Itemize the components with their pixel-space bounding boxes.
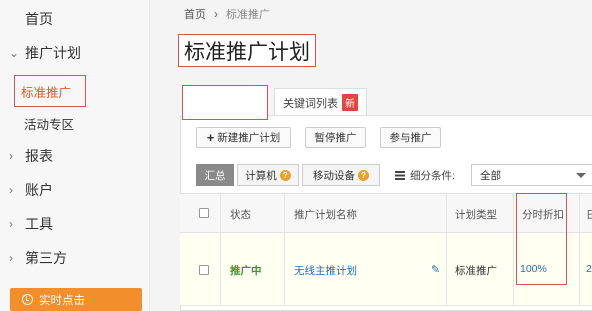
nav-account[interactable]: › 账户 bbox=[0, 173, 150, 207]
row-next: 2 bbox=[586, 263, 592, 275]
breadcrumb-home[interactable]: 首页 bbox=[184, 6, 206, 22]
nav-reports[interactable]: › 报表 bbox=[0, 139, 150, 173]
breadcrumb-current: 标准推广 bbox=[226, 9, 270, 21]
row-time-discount-link[interactable]: 100% bbox=[520, 263, 547, 275]
nav-standard-promo-label: 标准推广 bbox=[21, 85, 72, 100]
row-status: 推广中 bbox=[230, 265, 262, 277]
col-divider bbox=[579, 194, 580, 234]
filter-select[interactable]: 全部 bbox=[471, 164, 592, 186]
realtime-clicks-button[interactable]: 实时点击 bbox=[10, 288, 142, 311]
new-plan-label: 新建推广计划 bbox=[217, 132, 281, 144]
col-divider bbox=[284, 194, 285, 234]
breadcrumb: 首页 › 标准推广 bbox=[184, 6, 270, 22]
col-divider bbox=[446, 234, 447, 306]
list-icon bbox=[395, 171, 405, 180]
chevron-right-icon: › bbox=[9, 251, 13, 265]
nav-third-party-label: 第三方 bbox=[25, 250, 67, 266]
nav-home[interactable]: 首页 bbox=[0, 2, 150, 36]
col-divider bbox=[220, 194, 221, 234]
table-header: 状态 推广计划名称 计划类型 分时折扣 日 bbox=[180, 193, 592, 234]
segment-mobile[interactable]: 移动设备 ? bbox=[302, 164, 380, 186]
nav-promo-plan[interactable]: ⌄ 推广计划 bbox=[0, 36, 150, 70]
nav-account-label: 账户 bbox=[25, 182, 53, 198]
chevron-down-icon: ⌄ bbox=[9, 46, 20, 60]
segment-summary-label: 汇总 bbox=[204, 169, 226, 182]
th-next[interactable]: 日 bbox=[586, 207, 592, 222]
nav-promo-plan-label: 推广计划 bbox=[25, 45, 81, 61]
page-title: 标准推广计划 bbox=[178, 34, 316, 67]
row-plan-name-link[interactable]: 无线主推计划 bbox=[294, 263, 357, 278]
th-status[interactable]: 状态 bbox=[230, 207, 251, 222]
help-icon[interactable]: ? bbox=[358, 169, 369, 181]
th-plan-type[interactable]: 计划类型 bbox=[455, 207, 497, 222]
tab-keyword-list-label: 关键词列表 bbox=[283, 97, 338, 110]
pause-button[interactable]: 暂停推广 bbox=[305, 127, 366, 148]
filter-select-value: 全部 bbox=[480, 169, 501, 182]
col-divider bbox=[446, 194, 447, 234]
row-plan-type: 标准推广 bbox=[455, 265, 497, 277]
th-plan-name[interactable]: 推广计划名称 bbox=[294, 207, 357, 222]
tab-standard-plan[interactable]: 标准推广计划 bbox=[186, 88, 264, 118]
new-plan-button[interactable]: + 新建推广计划 bbox=[196, 127, 291, 148]
col-divider bbox=[513, 234, 514, 306]
join-label: 参与推广 bbox=[389, 132, 432, 144]
join-button[interactable]: 参与推广 bbox=[380, 127, 441, 148]
col-divider bbox=[579, 234, 580, 306]
pencil-icon[interactable]: ✎ bbox=[431, 263, 440, 276]
help-icon[interactable]: ? bbox=[279, 169, 291, 181]
pause-label: 暂停推广 bbox=[314, 132, 357, 144]
nav-activity-zone-label: 活动专区 bbox=[24, 118, 75, 132]
nav-reports-label: 报表 bbox=[25, 148, 53, 164]
new-badge: 新 bbox=[342, 94, 358, 111]
col-divider bbox=[284, 234, 285, 306]
table-row: 推广中 无线主推计划 ✎ 标准推广 100% 2 bbox=[180, 234, 592, 306]
chevron-right-icon: › bbox=[9, 217, 13, 231]
nav-third-party[interactable]: › 第三方 bbox=[0, 241, 150, 275]
sidebar: 首页 ⌄ 推广计划 标准推广 活动专区 › 报表 › 账户 › 工具 › 第三方… bbox=[0, 0, 150, 311]
segment-summary[interactable]: 汇总 bbox=[196, 164, 234, 186]
select-all-checkbox[interactable] bbox=[199, 208, 209, 218]
filter-label-text: 细分条件: bbox=[410, 170, 455, 182]
nav-home-label: 首页 bbox=[25, 11, 53, 27]
col-divider bbox=[513, 194, 514, 234]
plus-icon: + bbox=[206, 130, 215, 145]
chevron-right-icon: › bbox=[214, 7, 218, 21]
clock-icon bbox=[22, 294, 33, 305]
tab-standard-plan-label: 标准推广计划 bbox=[195, 89, 250, 118]
realtime-clicks-label: 实时点击 bbox=[39, 294, 85, 307]
nav-tools[interactable]: › 工具 bbox=[0, 207, 150, 241]
segment-computer-label: 计算机 bbox=[245, 169, 277, 182]
nav-activity-zone[interactable]: 活动专区 bbox=[24, 114, 74, 133]
nav-standard-promo[interactable]: 标准推广 bbox=[14, 75, 86, 107]
chevron-right-icon: › bbox=[9, 183, 13, 197]
col-divider bbox=[220, 234, 221, 306]
nav-tools-label: 工具 bbox=[25, 216, 53, 232]
tab-keyword-list[interactable]: 关键词列表 新 bbox=[274, 88, 367, 116]
filter-label: 细分条件: bbox=[395, 168, 455, 183]
segment-mobile-label: 移动设备 bbox=[313, 169, 355, 182]
row-checkbox[interactable] bbox=[199, 265, 209, 275]
caret-down-icon bbox=[576, 173, 586, 178]
chevron-right-icon: › bbox=[9, 149, 13, 163]
segment-computer[interactable]: 计算机 ? bbox=[237, 164, 299, 186]
th-time-discount[interactable]: 分时折扣 bbox=[522, 207, 564, 222]
